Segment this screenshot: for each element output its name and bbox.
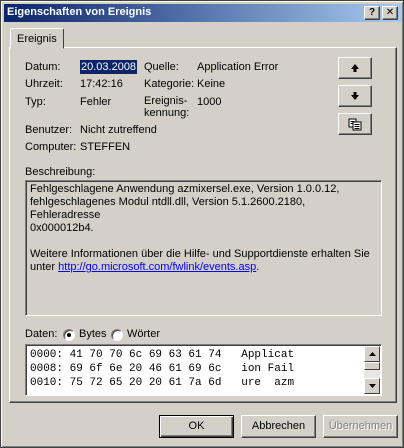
data-hex-view[interactable]: 0000: 41 70 70 6c 69 63 61 74 Applicat 0… (25, 344, 382, 396)
description-line: fehlgeschlagenes Modul ntdll.dll, Versio… (30, 196, 306, 221)
hex-row: 0000: 41 70 70 6c 69 63 61 74 Applicat (30, 349, 295, 361)
kennung-label-line2: kennung: (144, 107, 190, 119)
help-icon: ? (368, 7, 376, 18)
beschreibung-label: Beschreibung: (25, 166, 96, 178)
scroll-thumb[interactable] (364, 362, 380, 370)
description-box[interactable]: Fehlgeschlagene Anwendung azmixersel.exe… (25, 180, 382, 316)
description-line: 0x000012b4. (30, 222, 94, 234)
computer-label: Computer: (25, 141, 77, 153)
previous-event-button[interactable] (338, 57, 372, 79)
tab-ereignis-label: Ereignis (17, 33, 57, 45)
kennung-label-line1: Ereignis- (144, 95, 188, 107)
quelle-label: Quelle: (144, 61, 179, 73)
next-event-button[interactable] (338, 85, 372, 107)
bytes-radio[interactable] (63, 329, 75, 341)
hex-row: 0010: 75 72 65 20 20 61 7a 6d ure azm (30, 377, 295, 389)
event-properties-dialog: Eigenschaften von Ereignis ? ✕ Ereignis … (0, 0, 404, 448)
hex-row: 0008: 69 6f 6e 20 46 61 69 6c ion Fail (30, 363, 295, 375)
quelle-value[interactable]: Application Error (197, 61, 278, 73)
benutzer-label: Benutzer: (25, 124, 73, 136)
apply-button[interactable]: Übernehmen (323, 415, 398, 438)
benutzer-value[interactable]: Nicht zutreffend (80, 124, 157, 136)
title-bar[interactable]: Eigenschaften von Ereignis ? ✕ (4, 4, 402, 22)
typ-value[interactable]: Fehler (80, 96, 111, 108)
description-line: Fehlgeschlagene Anwendung azmixersel.exe… (30, 183, 340, 195)
description-line: Weitere Informationen über die Hilfe- un… (30, 248, 370, 260)
window-title: Eigenschaften von Ereignis (7, 6, 152, 18)
close-icon: ✕ (385, 7, 395, 18)
kennung-value[interactable]: 1000 (197, 96, 221, 108)
woerter-radio-label[interactable]: Wörter (127, 328, 160, 340)
scroll-down-icon (368, 384, 376, 388)
help-link[interactable]: http://go.microsoft.com/fwlink/events.as… (58, 261, 256, 273)
copy-button[interactable] (338, 113, 372, 135)
ok-button[interactable]: OK (159, 415, 234, 438)
copy-icon (348, 118, 362, 130)
daten-label: Daten: (25, 328, 58, 340)
close-button[interactable]: ✕ (382, 6, 398, 20)
arrow-up-icon (351, 64, 359, 72)
kategorie-value[interactable]: Keine (197, 78, 225, 90)
computer-value[interactable]: STEFFEN (80, 141, 130, 153)
scroll-up-button[interactable] (364, 346, 380, 362)
uhrzeit-value[interactable]: 17:42:16 (80, 78, 123, 90)
bytes-radio-label[interactable]: Bytes (79, 328, 107, 340)
kategorie-label: Kategorie: (144, 78, 195, 90)
scroll-up-icon (368, 352, 376, 356)
woerter-radio[interactable] (111, 329, 123, 341)
help-button[interactable]: ? (364, 6, 380, 20)
cancel-button[interactable]: Abbrechen (241, 415, 316, 438)
datum-value[interactable]: 20.03.2008 (80, 60, 138, 74)
tab-ereignis[interactable]: Ereignis (10, 28, 64, 49)
uhrzeit-label: Uhrzeit: (25, 78, 63, 90)
scroll-down-button[interactable] (364, 378, 380, 394)
description-line: unter http://go.microsoft.com/fwlink/eve… (30, 261, 260, 273)
arrow-down-icon (351, 92, 359, 100)
hex-scrollbar[interactable] (364, 346, 380, 394)
datum-label: Datum: (25, 61, 61, 73)
typ-label: Typ: (25, 96, 46, 108)
